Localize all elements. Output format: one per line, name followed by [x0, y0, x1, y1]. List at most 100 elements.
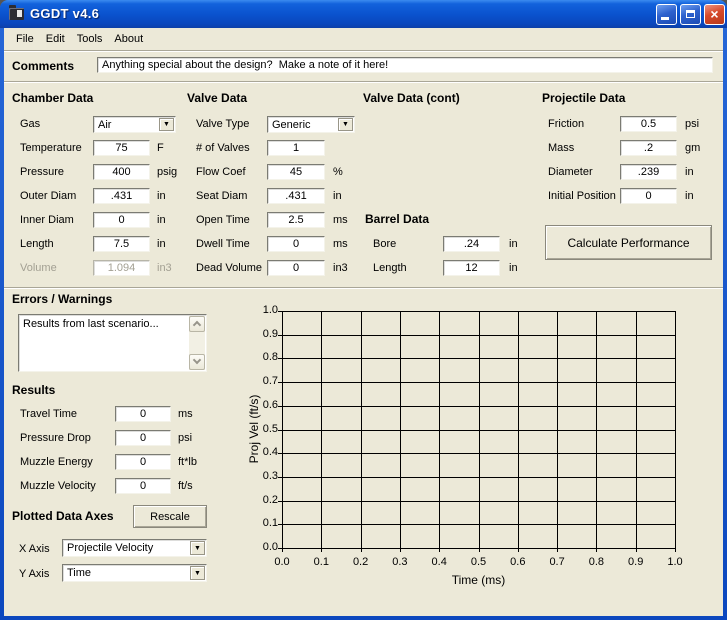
mass-input[interactable] [620, 140, 677, 156]
initial-position-unit: in [685, 190, 694, 202]
travel-time-input[interactable] [115, 406, 171, 422]
pressure-input[interactable] [93, 164, 150, 180]
menu-edit[interactable]: Edit [40, 30, 71, 48]
scrollbar[interactable] [189, 316, 205, 370]
travel-time-unit: ms [178, 408, 193, 420]
close-icon: × [710, 6, 718, 22]
diameter-input[interactable] [620, 164, 677, 180]
y-tick-label: 0.1 [252, 517, 278, 529]
flow-coef-unit: % [333, 166, 343, 178]
dead-volume-unit: in3 [333, 262, 348, 274]
travel-time-label: Travel Time [20, 408, 77, 420]
window-title: GGDT v4.6 [30, 6, 99, 21]
valve-data-cont-header: Valve Data (cont) [363, 91, 460, 105]
y-axis-dropdown[interactable]: Time ▼ [62, 564, 207, 582]
flow-coef-label: Flow Coef [196, 166, 246, 178]
x-axis-label: X Axis [19, 543, 50, 555]
x-tick-label: 0.3 [385, 556, 415, 568]
dwell-time-unit: ms [333, 238, 348, 250]
outer-diam-input[interactable] [93, 188, 150, 204]
barrel-length-label: Length [373, 262, 407, 274]
gas-value: Air [98, 119, 111, 131]
open-time-unit: ms [333, 214, 348, 226]
minimize-icon [661, 17, 669, 20]
barrel-length-unit: in [509, 262, 518, 274]
pressure-drop-unit: psi [178, 432, 192, 444]
x-tick-label: 1.0 [660, 556, 690, 568]
outer-diam-label: Outer Diam [20, 190, 76, 202]
chevron-down-icon[interactable]: ▼ [190, 566, 205, 580]
inner-diam-input[interactable] [93, 212, 150, 228]
outer-diam-unit: in [157, 190, 166, 202]
maximize-button[interactable] [680, 4, 701, 25]
rescale-button[interactable]: Rescale [133, 505, 207, 528]
chevron-down-icon[interactable]: ▼ [338, 118, 353, 131]
seat-diam-input[interactable] [267, 188, 325, 204]
calculate-performance-button[interactable]: Calculate Performance [545, 225, 712, 260]
maximize-icon [686, 10, 695, 18]
x-tick-label: 0.5 [464, 556, 494, 568]
open-time-input[interactable] [267, 212, 325, 228]
muzzle-velocity-input[interactable] [115, 478, 171, 494]
x-tick-label: 0.4 [424, 556, 454, 568]
chevron-down-icon[interactable]: ▼ [190, 541, 205, 555]
volume-unit: in3 [157, 262, 172, 274]
barrel-length-input[interactable] [443, 260, 500, 276]
chart-x-axis-title: Time (ms) [282, 573, 675, 587]
chevron-up-icon [193, 321, 201, 329]
dead-volume-input[interactable] [267, 260, 325, 276]
muzzle-energy-input[interactable] [115, 454, 171, 470]
title-bar[interactable]: GGDT v4.6 × [0, 0, 727, 28]
friction-label: Friction [548, 118, 584, 130]
open-time-label: Open Time [196, 214, 250, 226]
menu-tools[interactable]: Tools [71, 30, 109, 48]
muzzle-velocity-unit: ft/s [178, 480, 193, 492]
x-tick-label: 0.8 [581, 556, 611, 568]
x-tick-label: 0.9 [621, 556, 651, 568]
bore-input[interactable] [443, 236, 500, 252]
friction-unit: psi [685, 118, 699, 130]
bore-unit: in [509, 238, 518, 250]
dead-volume-label: Dead Volume [196, 262, 262, 274]
app-icon [9, 8, 24, 20]
friction-input[interactable] [620, 116, 677, 132]
chart-plot-area [282, 311, 675, 548]
gas-dropdown[interactable]: Air ▼ [93, 116, 176, 133]
num-valves-input[interactable] [267, 140, 325, 156]
initial-position-input[interactable] [620, 188, 677, 204]
y-tick-label: 0.2 [252, 494, 278, 506]
menu-bar: File Edit Tools About [4, 28, 723, 50]
valve-type-dropdown[interactable]: Generic ▼ [267, 116, 355, 133]
chamber-length-unit: in [157, 238, 166, 250]
x-axis-value: Projectile Velocity [67, 542, 153, 554]
close-button[interactable]: × [704, 4, 725, 25]
chamber-length-input[interactable] [93, 236, 150, 252]
flow-coef-input[interactable] [267, 164, 325, 180]
chevron-down-icon[interactable]: ▼ [159, 118, 174, 131]
valve-type-label: Valve Type [196, 118, 249, 130]
scroll-up-button[interactable] [189, 316, 205, 332]
comments-input[interactable] [97, 57, 713, 73]
seat-diam-unit: in [333, 190, 342, 202]
menu-about[interactable]: About [108, 30, 149, 48]
y-tick-label: 0.9 [252, 328, 278, 340]
projectile-data-header: Projectile Data [542, 91, 625, 105]
volume-input [93, 260, 150, 276]
temperature-input[interactable] [93, 140, 150, 156]
y-tick-label: 0.3 [252, 470, 278, 482]
seat-diam-label: Seat Diam [196, 190, 247, 202]
errors-warnings-header: Errors / Warnings [12, 292, 112, 306]
initial-position-label: Initial Position [548, 190, 616, 202]
scroll-down-button[interactable] [189, 354, 205, 370]
x-axis-dropdown[interactable]: Projectile Velocity ▼ [62, 539, 207, 557]
dwell-time-input[interactable] [267, 236, 325, 252]
menu-file[interactable]: File [10, 30, 40, 48]
y-tick-label: 0.8 [252, 351, 278, 363]
minimize-button[interactable] [656, 4, 677, 25]
x-tick-label: 0.1 [306, 556, 336, 568]
pressure-drop-input[interactable] [115, 430, 171, 446]
valve-data-header: Valve Data [187, 91, 247, 105]
x-tick-label: 0.0 [267, 556, 297, 568]
errors-listbox[interactable]: Results from last scenario... [18, 314, 207, 372]
pressure-unit: psig [157, 166, 177, 178]
